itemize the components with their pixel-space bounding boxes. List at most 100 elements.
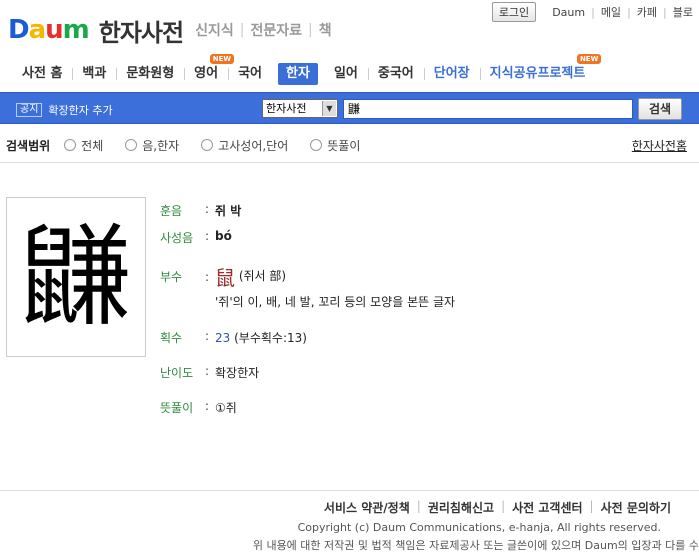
- copyright: Copyright (c) Daum Communications, e-han…: [297, 521, 661, 534]
- logo-letter: u: [45, 15, 63, 45]
- footer-link-inquiry[interactable]: 사전 문의하기: [601, 499, 671, 516]
- colon: :: [205, 329, 210, 343]
- daum-logo[interactable]: Daum: [8, 15, 90, 45]
- character-image: 鼸: [6, 197, 146, 357]
- util-link-blog[interactable]: 블로: [667, 4, 699, 20]
- service-link-pro-data[interactable]: 전문자료: [250, 20, 302, 40]
- info-label: 사성음: [160, 231, 194, 245]
- tab-chinese[interactable]: 중국어: [368, 63, 425, 85]
- scope-radio-idiom-word[interactable]: 고사성어,단어: [201, 137, 288, 154]
- notice[interactable]: 공지 확장한자 추가: [16, 102, 113, 118]
- info-value: 鼠 (쥐서 部): [215, 262, 286, 291]
- info-value: 쥐 박: [215, 202, 241, 219]
- level-value: 확장한자: [215, 366, 260, 380]
- scope-radio-sound-hanja[interactable]: 음,한자: [125, 137, 179, 154]
- colon: :: [205, 399, 210, 413]
- info-row-hunum: 훈음: 쥐 박: [160, 202, 241, 219]
- radio-label: 전체: [81, 138, 104, 153]
- radio-label: 고사성어,단어: [218, 138, 289, 153]
- divider: |: [501, 499, 506, 513]
- search-input[interactable]: 鼸: [343, 99, 633, 119]
- info-row-level: 난이도: 확장한자: [160, 364, 259, 381]
- tab-japanese[interactable]: 일어: [324, 63, 369, 85]
- logo-letter: D: [8, 15, 30, 45]
- stroke-count[interactable]: 23: [215, 331, 230, 345]
- tab-label: 백과: [82, 66, 107, 81]
- tab-label: 단어장: [433, 66, 470, 81]
- colon: :: [205, 202, 210, 216]
- tab-english[interactable]: 영어 NEW: [184, 54, 235, 85]
- pinyin-value: bó: [215, 229, 232, 243]
- info-label: 훈음: [160, 204, 183, 218]
- radio-label: 뜻풀이: [327, 138, 361, 153]
- service-link-books[interactable]: 책: [319, 20, 332, 40]
- footer-link-terms[interactable]: 서비스 약관/정책: [324, 499, 410, 516]
- radio-icon[interactable]: [125, 139, 138, 151]
- radio-icon[interactable]: [64, 139, 77, 151]
- tab-label: 한자: [286, 66, 310, 81]
- tab-culture[interactable]: 문화원형: [116, 63, 186, 85]
- stroke-note: (부수획수:13): [234, 331, 307, 345]
- radio-icon[interactable]: [201, 139, 214, 151]
- search-bar: 공지 확장한자 추가 한자사전 ▼ 鼸 검색: [0, 92, 699, 124]
- dictionary-tabs: 사전 홈 백과 문화원형 영어 NEW 국어 한자 일어 중국어 단어장 지식공유…: [12, 54, 699, 88]
- divider: |: [239, 22, 245, 38]
- info-label: 난이도: [160, 366, 194, 380]
- notice-tag: 공지: [16, 103, 43, 117]
- scope-radio-all[interactable]: 전체: [64, 137, 103, 154]
- tab-encyclopedia[interactable]: 백과: [72, 63, 118, 85]
- select-value: 한자사전: [266, 102, 307, 115]
- tab-label: 지식공유프로젝트: [489, 66, 586, 81]
- info-value: bó: [215, 229, 232, 246]
- tab-label: 일어: [333, 66, 358, 81]
- header-logo-row: Daum 한자사전 신지식 | 전문자료 | 책: [8, 10, 332, 50]
- tab-korean[interactable]: 국어: [228, 63, 272, 85]
- logo-letter: m: [62, 15, 90, 45]
- tab-knowledge-project[interactable]: 지식공유프로젝트 NEW: [480, 54, 602, 85]
- utility-bar: 로그인 Daum | 메일 | 카페 | 블로: [491, 2, 699, 22]
- hunum-value: 쥐 박: [215, 204, 242, 218]
- info-value: 23 (부수획수:13): [215, 329, 307, 346]
- character-glyph: 鼸: [21, 213, 131, 341]
- chevron-down-icon[interactable]: ▼: [322, 101, 336, 116]
- service-title[interactable]: 한자사전: [99, 13, 184, 48]
- util-link-daum[interactable]: Daum: [546, 6, 591, 19]
- disclaimer: 위 내용에 대한 저작권 및 법적 책임은 자료제공사 또는 글쓴이에 있으며 …: [252, 539, 699, 552]
- radical-name: (쥐서 部): [238, 269, 287, 283]
- tab-label: 문화원형: [126, 66, 175, 81]
- footer-link-support[interactable]: 사전 고객센터: [512, 499, 582, 516]
- util-link-cafe[interactable]: 카페: [631, 4, 663, 20]
- new-badge: NEW: [576, 54, 602, 64]
- info-row-radical: 부수: 鼠 (쥐서 部): [160, 262, 286, 291]
- footer-link-report[interactable]: 권리침해신고: [428, 499, 494, 516]
- info-label: 부수: [160, 270, 183, 284]
- tab-dictionary-home[interactable]: 사전 홈: [12, 63, 74, 85]
- login-button[interactable]: 로그인: [491, 2, 537, 22]
- service-links: 신지식 | 전문자료 | 책: [195, 20, 332, 40]
- radio-label: 음,한자: [142, 138, 180, 153]
- info-label: 뜻풀이: [160, 401, 194, 415]
- info-row-meaning: 뜻풀이: ①쥐: [160, 399, 237, 416]
- divider: |: [416, 499, 421, 513]
- scope-radio-meaning[interactable]: 뜻풀이: [310, 137, 360, 154]
- tab-hanja[interactable]: 한자: [278, 63, 318, 85]
- hanja-home-link[interactable]: 한자사전홈: [632, 137, 687, 154]
- tab-label: 사전 홈: [22, 66, 63, 81]
- dictionary-select[interactable]: 한자사전 ▼: [262, 99, 338, 118]
- radio-icon[interactable]: [310, 139, 323, 151]
- tab-wordbook[interactable]: 단어장: [424, 63, 481, 85]
- divider: [0, 162, 699, 163]
- tab-label: 국어: [238, 66, 263, 81]
- divider: [0, 490, 699, 491]
- tab-label: 영어: [194, 66, 219, 81]
- scope-label: 검색범위: [6, 138, 51, 153]
- search-button[interactable]: 검색: [638, 98, 682, 120]
- info-row-pinyin: 사성음: bó: [160, 229, 232, 246]
- util-link-mail[interactable]: 메일: [595, 4, 627, 20]
- radical-description: '쥐'의 이, 배, 네 발, 꼬리 등의 모양을 본뜬 글자: [215, 295, 456, 309]
- notice-text[interactable]: 확장한자 추가: [48, 102, 112, 118]
- service-link-knowledge[interactable]: 신지식: [195, 20, 234, 40]
- radical-char[interactable]: 鼠: [215, 266, 235, 290]
- info-row-strokes: 획수:23 (부수획수:13): [160, 329, 307, 346]
- colon: :: [205, 364, 210, 378]
